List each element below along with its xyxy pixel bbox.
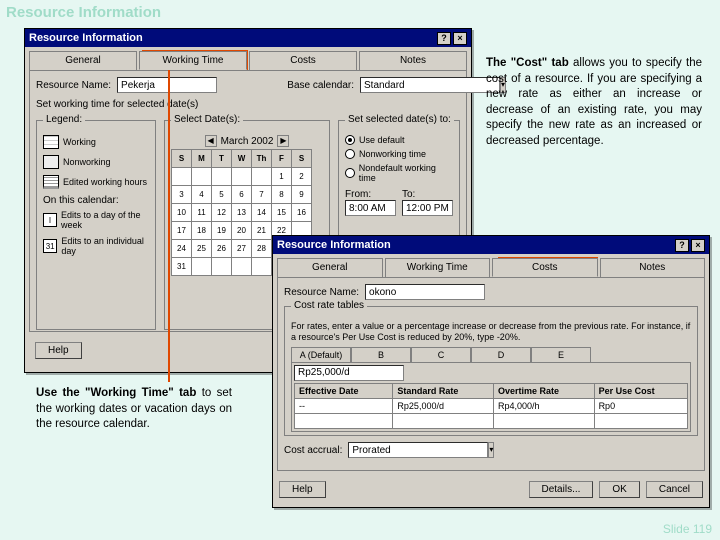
tab-working-time[interactable]: Working Time — [385, 258, 491, 277]
tab-notes[interactable]: Notes — [600, 258, 706, 277]
details-button[interactable]: Details... — [529, 481, 594, 498]
titlebar: Resource Information ? × — [273, 236, 709, 254]
resource-name-label: Resource Name: — [284, 287, 359, 298]
callout-cost: The "Cost" tab allows you to specify the… — [486, 56, 702, 149]
window-title: Resource Information — [277, 239, 391, 251]
edited-swatch — [43, 175, 59, 189]
ok-button[interactable]: OK — [599, 481, 639, 498]
cost-accrual-combo[interactable]: ▾ — [348, 442, 468, 458]
nonworking-swatch — [43, 155, 59, 169]
slide-number: Slide 119 — [663, 522, 712, 536]
day-31-box: 31 — [43, 239, 57, 253]
close-icon[interactable]: × — [691, 239, 705, 252]
resource-name-input[interactable] — [365, 284, 485, 300]
rate-tab-e[interactable]: E — [531, 347, 591, 362]
help-button[interactable]: Help — [279, 481, 326, 498]
prev-month-icon[interactable]: ◀ — [205, 135, 217, 147]
close-icon[interactable]: × — [453, 32, 467, 45]
tab-costs[interactable]: Costs — [492, 258, 598, 277]
cost-accrual-label: Cost accrual: — [284, 445, 342, 456]
radio-nonworking[interactable] — [345, 149, 355, 159]
tab-notes[interactable]: Notes — [359, 51, 467, 70]
tab-working-time[interactable]: Working Time — [139, 51, 247, 70]
rate-table[interactable]: Effective DateStandard RateOvertime Rate… — [294, 383, 688, 429]
month-label: March 2002 — [221, 136, 274, 147]
titlebar: Resource Information ? × — [25, 29, 471, 47]
select-dates-label: Select Date(s): — [171, 114, 243, 125]
tab-general[interactable]: General — [29, 51, 137, 70]
on-calendar-label: On this calendar: — [43, 195, 149, 206]
tab-general[interactable]: General — [277, 258, 383, 277]
window-resource-info-costs: Resource Information ? × General Working… — [272, 235, 710, 508]
cost-tables-label: Cost rate tables — [291, 300, 367, 311]
chevron-down-icon[interactable]: ▾ — [488, 442, 494, 458]
base-calendar-label: Base calendar: — [287, 80, 354, 91]
rate-tab-b[interactable]: B — [351, 347, 411, 362]
rate-tab-c[interactable]: C — [411, 347, 471, 362]
set-selected-label: Set selected date(s) to: — [345, 114, 454, 125]
callout-working-time: Use the "Working Time" tab to set the wo… — [36, 386, 232, 433]
from-input[interactable] — [345, 200, 396, 216]
radio-nondefault[interactable] — [345, 168, 355, 178]
help-icon[interactable]: ? — [675, 239, 689, 252]
rate-tab-a[interactable]: A (Default) — [291, 347, 351, 362]
to-input[interactable] — [402, 200, 453, 216]
rate-tabs: A (Default) B C D E — [291, 347, 691, 362]
rate-value-input[interactable] — [294, 365, 404, 381]
set-working-label: Set working time for selected date(s) — [36, 99, 460, 110]
window-title: Resource Information — [29, 32, 143, 44]
help-button[interactable]: Help — [35, 342, 82, 359]
tab-costs[interactable]: Costs — [249, 51, 357, 70]
rate-tab-d[interactable]: D — [471, 347, 531, 362]
working-swatch — [43, 135, 59, 149]
next-month-icon[interactable]: ▶ — [277, 135, 289, 147]
resource-name-input[interactable] — [117, 77, 217, 93]
radio-use-default[interactable] — [345, 135, 355, 145]
resource-name-label: Resource Name: — [36, 80, 111, 91]
legend-title: Legend: — [43, 114, 85, 125]
instruction-text: For rates, enter a value or a percentage… — [291, 321, 691, 343]
tabs: General Working Time Costs Notes — [29, 51, 467, 70]
help-icon[interactable]: ? — [437, 32, 451, 45]
cancel-button[interactable]: Cancel — [646, 481, 703, 498]
day-i-box: I — [43, 213, 57, 227]
base-calendar-combo[interactable]: ▾ — [360, 77, 460, 93]
page-title: Resource Information — [6, 4, 161, 21]
